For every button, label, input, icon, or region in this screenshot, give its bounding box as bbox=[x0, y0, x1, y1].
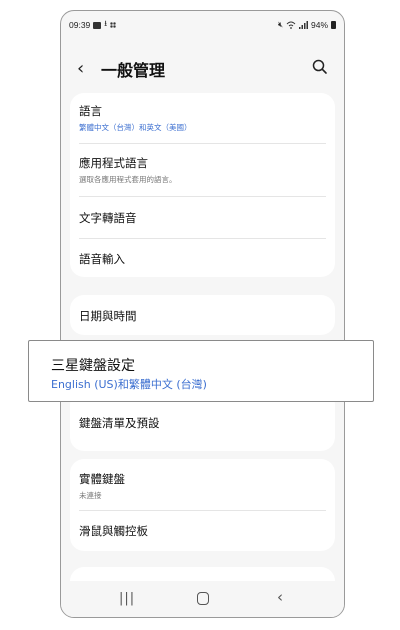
search-icon[interactable] bbox=[310, 57, 330, 77]
list-item-tts[interactable]: 文字轉語音 bbox=[79, 210, 326, 226]
app-language-desc: 選取各應用程式套用的語言。 bbox=[79, 175, 177, 184]
divider bbox=[79, 238, 326, 239]
status-right: 🔇︎ 94% bbox=[278, 20, 336, 30]
nav-back-button[interactable]: ‹ bbox=[277, 588, 283, 606]
phone-frame: 09:39 ⭳ 🔇︎ 94% ‹ 一般管理 語言 繁體中文（台灣）和英文（美國）… bbox=[60, 10, 345, 618]
list-item-keyboard-list[interactable]: 鍵盤清單及預設 bbox=[79, 415, 326, 431]
language-value: 繁體中文（台灣）和英文（美國） bbox=[79, 123, 192, 132]
battery-icon bbox=[331, 21, 336, 29]
samsung-keyboard-settings-item[interactable]: 三星鍵盤設定 English (US)和繁體中文 (台灣) bbox=[28, 340, 374, 402]
status-time: 09:39 bbox=[69, 20, 91, 30]
gallery-notification-icon bbox=[93, 21, 102, 29]
recent-apps-button[interactable]: ||| bbox=[119, 591, 135, 606]
physical-keyboard-card: 實體鍵盤 未連接 滑鼠與觸控板 bbox=[70, 459, 335, 551]
divider bbox=[79, 143, 326, 144]
mute-icon: 🔇︎ bbox=[277, 20, 283, 29]
list-item-voice-input[interactable]: 語音輸入 bbox=[79, 251, 326, 267]
mouse-trackpad-label: 滑鼠與觸控板 bbox=[79, 524, 148, 538]
status-bar: 09:39 ⭳ 🔇︎ 94% bbox=[69, 17, 336, 33]
home-button[interactable] bbox=[197, 592, 209, 605]
keyboard-list-label: 鍵盤清單及預設 bbox=[79, 416, 160, 430]
apps-notification-icon bbox=[110, 22, 117, 28]
status-left: 09:39 ⭳ bbox=[69, 18, 117, 32]
app-language-label: 應用程式語言 bbox=[79, 156, 148, 170]
physical-keyboard-label: 實體鍵盤 bbox=[79, 472, 125, 486]
divider bbox=[79, 196, 326, 197]
language-card: 語言 繁體中文（台灣）和英文（美國） 應用程式語言 選取各應用程式套用的語言。 … bbox=[70, 93, 335, 277]
date-time-card: 日期與時間 bbox=[70, 295, 335, 335]
list-item-physical-keyboard[interactable]: 實體鍵盤 未連接 bbox=[79, 471, 326, 501]
page-title: 一般管理 bbox=[101, 61, 166, 80]
list-item-mouse-trackpad[interactable]: 滑鼠與觸控板 bbox=[79, 523, 326, 539]
battery-percent: 94% bbox=[310, 20, 328, 30]
tts-label: 文字轉語音 bbox=[79, 211, 137, 225]
signal-icon bbox=[298, 21, 308, 29]
list-item-app-language[interactable]: 應用程式語言 選取各應用程式套用的語言。 bbox=[79, 155, 326, 185]
download-icon: ⭳ bbox=[104, 19, 108, 28]
back-button[interactable]: ‹ bbox=[77, 58, 84, 79]
keyboard-settings-title: 三星鍵盤設定 bbox=[51, 358, 135, 374]
voice-input-label: 語音輸入 bbox=[79, 252, 125, 266]
physical-keyboard-status: 未連接 bbox=[79, 491, 102, 500]
list-item-language[interactable]: 語言 繁體中文（台灣）和英文（美國） bbox=[79, 103, 326, 133]
navigation-bar: ||| ‹ bbox=[61, 581, 344, 617]
wifi-icon bbox=[286, 21, 296, 29]
language-label: 語言 bbox=[79, 104, 102, 118]
keyboard-settings-languages: English (US)和繁體中文 (台灣) bbox=[51, 378, 207, 391]
app-header: ‹ 一般管理 bbox=[61, 53, 344, 83]
date-time-label: 日期與時間 bbox=[79, 309, 137, 323]
list-item-date-time[interactable]: 日期與時間 bbox=[79, 308, 326, 324]
divider bbox=[79, 510, 326, 511]
